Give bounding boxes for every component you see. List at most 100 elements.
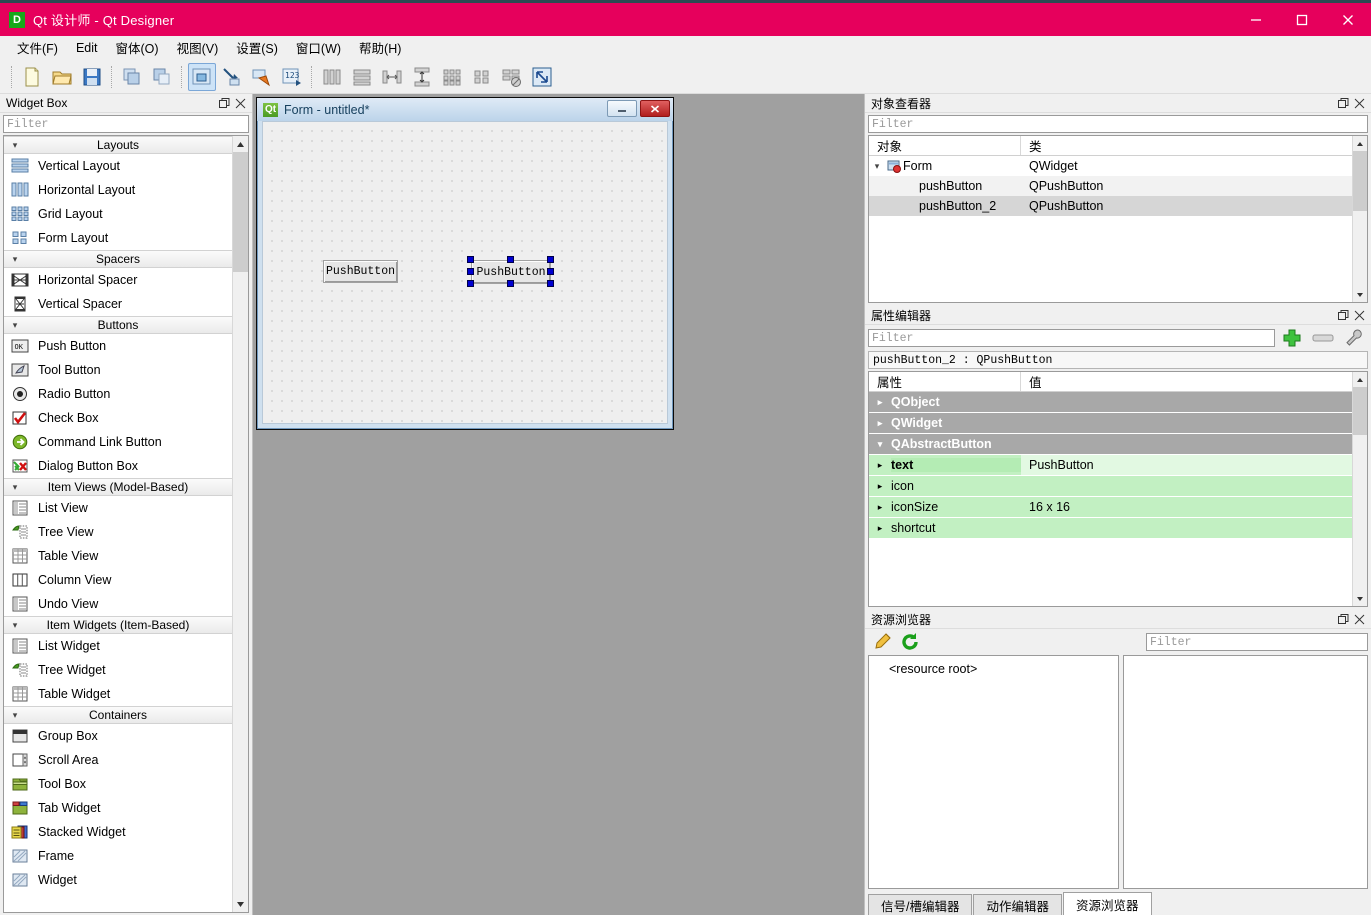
selection-handle[interactable] (507, 280, 514, 287)
widget-item[interactable]: OK Push Button (4, 334, 232, 358)
widget-item[interactable]: Tab Widget (4, 796, 232, 820)
copy-icon[interactable] (118, 63, 146, 91)
widget-item[interactable]: Dialog Button Box (4, 454, 232, 478)
form-close-button[interactable] (640, 100, 670, 117)
selection-handle[interactable] (547, 268, 554, 275)
widget-item[interactable]: Tool Box (4, 772, 232, 796)
widget-item[interactable]: Scroll Area (4, 748, 232, 772)
property-table[interactable]: 属性 值 ▸ QObject ▸ QWidget ▾ QAbstractButton ▸ te… (868, 371, 1368, 607)
property-row[interactable]: ▸ icon (869, 476, 1352, 497)
tab-action-editor[interactable]: 动作编辑器 (973, 894, 1062, 915)
close-icon[interactable] (1351, 611, 1367, 627)
scroll-down-icon[interactable] (233, 896, 248, 912)
menu-file[interactable]: 文件(F) (8, 35, 67, 60)
scroll-track[interactable] (233, 152, 248, 896)
tab-signal-slot-editor[interactable]: 信号/槽编辑器 (868, 894, 973, 915)
property-row[interactable]: ▸ text PushButton (869, 455, 1352, 476)
plus-icon[interactable] (1278, 327, 1306, 349)
widget-item[interactable]: Check Box (4, 406, 232, 430)
property-value[interactable] (1021, 476, 1352, 496)
widget-item[interactable]: Tree Widget (4, 658, 232, 682)
scroll-down-icon[interactable] (1353, 287, 1367, 302)
maximize-button[interactable] (1279, 3, 1325, 36)
widget-item[interactable]: Horizontal Spacer (4, 268, 232, 292)
widget-item[interactable]: Tree View (4, 520, 232, 544)
chevron-right-icon[interactable]: ▸ (869, 397, 891, 408)
float-icon[interactable] (1335, 611, 1351, 627)
form-push-button[interactable]: PushButton (323, 260, 398, 283)
minus-icon[interactable] (1309, 327, 1337, 349)
scroll-down-icon[interactable] (1353, 591, 1367, 606)
widget-item[interactable]: List Widget (4, 634, 232, 658)
widget-category-header[interactable]: ▾ Layouts (4, 136, 232, 154)
property-group-row[interactable]: ▸ QObject (869, 392, 1352, 413)
widget-category-header[interactable]: ▾ Containers (4, 706, 232, 724)
object-tree[interactable]: 对象 类 ▾ Form QWidget pushButton QPushButton pu… (868, 135, 1368, 303)
resource-browser-filter[interactable]: Filter (1146, 633, 1368, 651)
scroll-up-icon[interactable] (1353, 372, 1367, 387)
selection-handle[interactable] (507, 256, 514, 263)
property-group-row[interactable]: ▸ QWidget (869, 413, 1352, 434)
reload-icon[interactable] (896, 631, 924, 653)
object-tree-scrollbar[interactable] (1352, 136, 1367, 302)
menu-help[interactable]: 帮助(H) (350, 35, 410, 60)
widget-item[interactable]: Vertical Spacer (4, 292, 232, 316)
form-canvas[interactable]: PushButton PushButton (262, 121, 668, 424)
scroll-up-icon[interactable] (233, 136, 248, 152)
object-inspector-filter[interactable]: Filter (868, 115, 1368, 133)
open-file-icon[interactable] (48, 63, 76, 91)
object-tree-row[interactable]: ▾ Form QWidget (869, 156, 1352, 176)
widget-box-filter[interactable]: Filter (3, 115, 249, 133)
chevron-right-icon[interactable]: ▸ (869, 481, 891, 492)
float-icon[interactable] (1335, 95, 1351, 111)
design-workspace[interactable]: Qt Form - untitled* PushButton PushButton (253, 94, 864, 915)
paste-icon[interactable] (148, 63, 176, 91)
object-tree-row[interactable]: pushButton_2 QPushButton (869, 196, 1352, 216)
widget-item[interactable]: Column View (4, 568, 232, 592)
property-value[interactable] (1021, 392, 1352, 412)
widget-item[interactable]: List View (4, 496, 232, 520)
widget-category-header[interactable]: ▾ Item Views (Model-Based) (4, 478, 232, 496)
widget-item[interactable]: Form Layout (4, 226, 232, 250)
widget-category-header[interactable]: ▾ Buttons (4, 316, 232, 334)
selection-handle[interactable] (547, 256, 554, 263)
property-row[interactable]: ▸ shortcut (869, 518, 1352, 539)
widget-item[interactable]: Horizontal Layout (4, 178, 232, 202)
resource-root-item[interactable]: <resource root> (869, 662, 1118, 676)
chevron-right-icon[interactable]: ▸ (869, 418, 891, 429)
widget-item[interactable]: Grid Layout (4, 202, 232, 226)
close-icon[interactable] (1351, 307, 1367, 323)
pencil-icon[interactable] (868, 631, 896, 653)
form-window[interactable]: Qt Form - untitled* PushButton PushButton (256, 97, 674, 430)
layout-horizontal-icon[interactable] (318, 63, 346, 91)
layout-grid-icon[interactable] (438, 63, 466, 91)
resource-tree[interactable]: <resource root> (868, 655, 1119, 889)
property-group-row[interactable]: ▾ QAbstractButton (869, 434, 1352, 455)
menu-view[interactable]: 视图(V) (168, 35, 228, 60)
close-icon[interactable] (1351, 95, 1367, 111)
edit-signals-slots-icon[interactable] (218, 63, 246, 91)
edit-widgets-icon[interactable] (188, 62, 216, 91)
scroll-track[interactable] (1353, 387, 1367, 591)
layout-splitter-vertical-icon[interactable] (408, 63, 436, 91)
property-table-scrollbar[interactable] (1352, 372, 1367, 606)
property-value[interactable] (1021, 518, 1352, 538)
property-row[interactable]: ▸ iconSize 16 x 16 (869, 497, 1352, 518)
widget-item[interactable]: Undo View (4, 592, 232, 616)
chevron-right-icon[interactable]: ▸ (869, 460, 891, 471)
scroll-up-icon[interactable] (1353, 136, 1367, 151)
float-icon[interactable] (1335, 307, 1351, 323)
close-icon[interactable] (232, 95, 248, 111)
close-button[interactable] (1325, 3, 1371, 36)
menu-window[interactable]: 窗口(W) (287, 35, 350, 60)
property-value[interactable]: PushButton (1021, 455, 1352, 475)
property-value[interactable] (1021, 434, 1352, 454)
widget-item[interactable]: Table View (4, 544, 232, 568)
minimize-button[interactable] (1233, 3, 1279, 36)
widget-item[interactable]: Vertical Layout (4, 154, 232, 178)
widget-category-header[interactable]: ▾ Spacers (4, 250, 232, 268)
widget-item[interactable]: Stacked Widget (4, 820, 232, 844)
chevron-down-icon[interactable]: ▾ (869, 439, 891, 450)
tab-resource-browser[interactable]: 资源浏览器 (1063, 892, 1152, 915)
edit-buddies-icon[interactable] (248, 63, 276, 91)
